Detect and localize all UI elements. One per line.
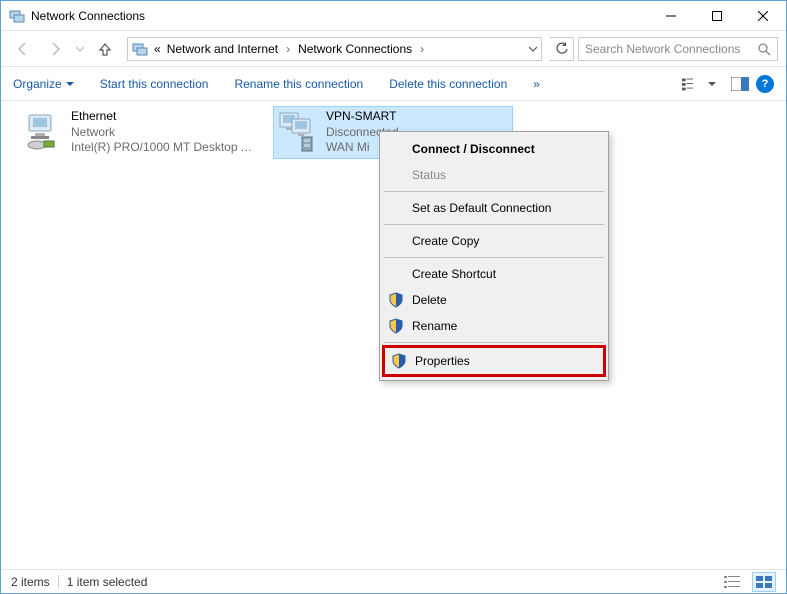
ctx-connect-disconnect[interactable]: Connect / Disconnect — [382, 136, 606, 162]
item-count: 2 items — [11, 575, 50, 589]
separator — [384, 257, 604, 258]
toolbar-overflow[interactable]: » — [533, 77, 540, 91]
address-dropdown[interactable] — [529, 45, 537, 53]
chevron-right-icon[interactable]: › — [416, 42, 428, 56]
forward-button[interactable] — [41, 35, 69, 63]
close-button[interactable] — [740, 1, 786, 31]
help-button[interactable]: ? — [756, 75, 774, 93]
search-box[interactable] — [578, 37, 778, 61]
separator — [384, 342, 604, 343]
connection-name: VPN-SMART — [326, 109, 399, 125]
refresh-button[interactable] — [550, 37, 574, 61]
breadcrumb-item[interactable]: Network Connections — [296, 42, 414, 56]
breadcrumb-item[interactable]: Network and Internet — [165, 42, 280, 56]
status-bar: 2 items 1 item selected — [1, 569, 786, 593]
shield-icon — [391, 353, 407, 369]
separator — [384, 224, 604, 225]
navigation-bar: « Network and Internet › Network Connect… — [1, 31, 786, 67]
details-view-button[interactable] — [720, 572, 744, 592]
ctx-set-default[interactable]: Set as Default Connection — [382, 195, 606, 221]
rename-connection-button[interactable]: Rename this connection — [234, 77, 363, 91]
connection-item-ethernet[interactable]: Ethernet Network Intel(R) PRO/1000 MT De… — [19, 107, 259, 158]
minimize-button[interactable] — [648, 1, 694, 31]
up-button[interactable] — [91, 35, 119, 63]
title-bar: Network Connections — [1, 1, 786, 31]
ctx-status: Status — [382, 162, 606, 188]
tiles-view-button[interactable] — [752, 572, 776, 592]
chevron-right-icon[interactable]: › — [282, 42, 294, 56]
maximize-button[interactable] — [694, 1, 740, 31]
window-title: Network Connections — [31, 9, 648, 23]
chevron-down-icon — [66, 80, 74, 88]
view-options-button[interactable] — [682, 74, 702, 94]
ctx-create-copy[interactable]: Create Copy — [382, 228, 606, 254]
address-bar[interactable]: « Network and Internet › Network Connect… — [127, 37, 542, 61]
selection-count: 1 item selected — [67, 575, 148, 589]
ctx-create-shortcut[interactable]: Create Shortcut — [382, 261, 606, 287]
location-icon — [132, 41, 148, 57]
connection-name: Ethernet — [71, 109, 255, 125]
preview-pane-button[interactable] — [730, 74, 750, 94]
context-menu: Connect / Disconnect Status Set as Defau… — [379, 131, 609, 381]
ctx-rename[interactable]: Rename — [382, 313, 606, 339]
ethernet-icon — [23, 109, 63, 153]
breadcrumb-prefix[interactable]: « — [152, 42, 163, 56]
search-icon[interactable] — [757, 42, 771, 56]
back-button[interactable] — [9, 35, 37, 63]
command-bar: Organize Start this connection Rename th… — [1, 67, 786, 101]
app-icon — [9, 8, 25, 24]
ctx-properties[interactable]: Properties — [385, 348, 603, 374]
connection-device: Intel(R) PRO/1000 MT Desktop Ad... — [71, 140, 255, 156]
content-area[interactable]: Ethernet Network Intel(R) PRO/1000 MT De… — [1, 101, 786, 571]
separator — [384, 191, 604, 192]
shield-icon — [388, 292, 404, 308]
divider — [58, 575, 59, 589]
recent-dropdown[interactable] — [73, 35, 87, 63]
start-connection-button[interactable]: Start this connection — [100, 77, 209, 91]
vpn-icon — [278, 109, 318, 153]
delete-connection-button[interactable]: Delete this connection — [389, 77, 507, 91]
connection-status: Network — [71, 125, 255, 141]
shield-icon — [388, 318, 404, 334]
search-input[interactable] — [585, 42, 757, 56]
ctx-delete[interactable]: Delete — [382, 287, 606, 313]
chevron-down-icon[interactable] — [708, 80, 716, 88]
highlighted-item: Properties — [382, 345, 606, 377]
organize-menu[interactable]: Organize — [13, 77, 74, 91]
